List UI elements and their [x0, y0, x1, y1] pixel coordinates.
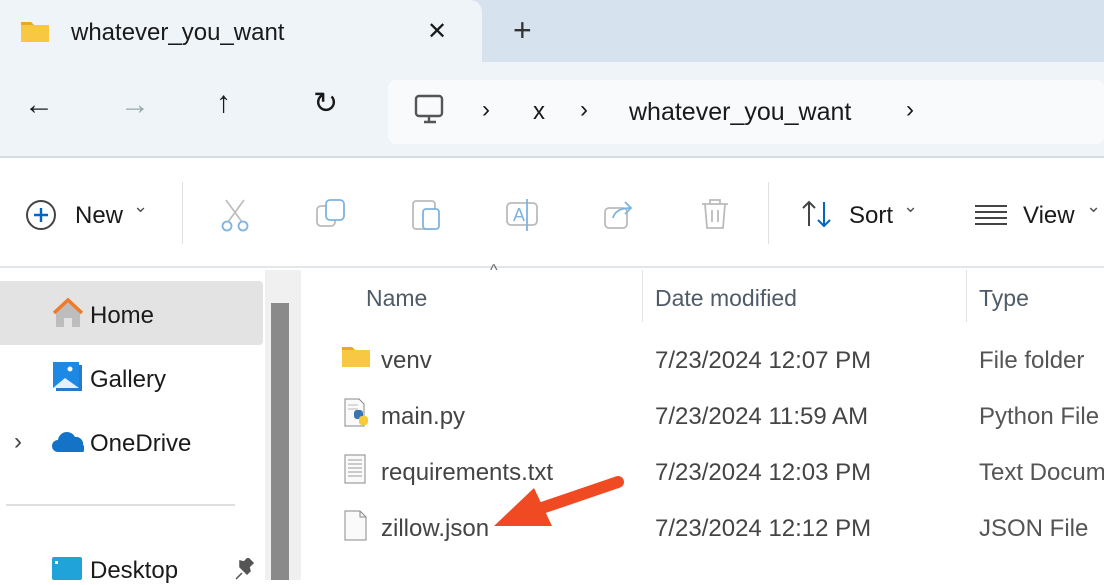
command-bar: New ⌄ A Sort ⌄ View ⌄ — [0, 160, 1104, 268]
view-label[interactable]: View — [1023, 202, 1075, 230]
file-name: main.py — [381, 403, 466, 430]
navigation-bar: ← → ↑ ↻ › x › whatever_you_want › — [0, 62, 1104, 158]
sidebar-item-gallery[interactable]: Gallery — [90, 366, 166, 394]
home-icon — [52, 297, 84, 327]
sort-icon[interactable] — [800, 198, 834, 230]
divider — [182, 182, 183, 244]
file-row[interactable]: main.py 7/23/2024 11:59 AM Python File — [300, 386, 1104, 442]
file-name: venv — [381, 347, 432, 374]
gallery-icon — [53, 362, 82, 391]
file-type: File folder — [979, 347, 1085, 374]
folder-icon — [21, 22, 49, 42]
column-header-name[interactable]: Name — [366, 285, 427, 312]
sidebar-item-onedrive[interactable]: OneDrive — [90, 430, 191, 458]
column-header-type[interactable]: Type — [979, 285, 1029, 312]
sort-ascending-indicator: ^ — [490, 262, 498, 279]
desktop-icon — [52, 557, 82, 580]
file-date: 7/23/2024 12:07 PM — [655, 347, 872, 374]
close-tab-icon[interactable]: ✕ — [427, 17, 447, 46]
file-date: 7/23/2024 11:59 AM — [655, 403, 869, 430]
onedrive-icon — [52, 432, 84, 452]
file-name: zillow.json — [381, 515, 490, 542]
up-button[interactable]: ↑ — [216, 86, 231, 120]
new-label[interactable]: New — [75, 202, 123, 230]
sidebar-label-home[interactable]: Home — [90, 302, 154, 330]
chevron-down-icon: ⌄ — [903, 196, 919, 216]
sidebar-divider — [6, 504, 235, 506]
file-date: 7/23/2024 12:03 PM — [655, 459, 872, 486]
copy-icon[interactable] — [315, 198, 347, 230]
breadcrumb-separator[interactable]: › — [482, 96, 490, 124]
file-type: Text Docum — [979, 459, 1104, 486]
folder-icon — [342, 347, 370, 367]
this-pc-icon — [414, 94, 444, 124]
plus-circle-icon — [26, 200, 56, 230]
column-divider[interactable] — [966, 270, 967, 322]
breadcrumb-separator[interactable]: › — [580, 96, 588, 124]
share-icon[interactable] — [603, 198, 637, 230]
delete-icon[interactable] — [700, 198, 730, 230]
file-row[interactable]: zillow.json 7/23/2024 12:12 PM JSON File — [300, 498, 1104, 554]
back-button[interactable]: ← — [24, 88, 54, 122]
file-row[interactable]: venv 7/23/2024 12:07 PM File folder — [300, 330, 1104, 386]
breadcrumb-x[interactable]: x — [533, 98, 545, 126]
new-button[interactable] — [24, 198, 58, 232]
column-header-date[interactable]: Date modified — [655, 285, 797, 312]
file-type: JSON File — [979, 515, 1089, 542]
sort-label[interactable]: Sort — [849, 202, 893, 230]
chevron-down-icon: ⌄ — [133, 196, 149, 216]
column-divider[interactable] — [642, 270, 643, 322]
expand-chevron-icon[interactable]: › — [14, 428, 22, 456]
annotation-arrow-icon — [494, 476, 624, 526]
sidebar-item-desktop[interactable]: Desktop — [90, 557, 178, 585]
blank-file-icon — [344, 510, 367, 541]
refresh-button[interactable]: ↻ — [313, 86, 338, 121]
new-tab-button[interactable]: + — [513, 12, 532, 49]
breadcrumb-separator[interactable]: › — [906, 96, 914, 124]
pin-icon[interactable] — [232, 558, 256, 580]
file-type: Python File — [979, 403, 1100, 430]
address-bar[interactable]: › x › whatever_you_want › — [388, 80, 1104, 144]
tab-bar: whatever_you_want ✕ + — [0, 0, 1104, 62]
breadcrumb-current[interactable]: whatever_you_want — [629, 98, 851, 127]
chevron-down-icon: ⌄ — [1086, 196, 1102, 216]
forward-button[interactable]: → — [120, 88, 150, 122]
file-row[interactable]: requirements.txt 7/23/2024 12:03 PM Text… — [300, 442, 1104, 498]
tab-active[interactable]: whatever_you_want ✕ — [0, 0, 482, 62]
paste-icon[interactable] — [410, 196, 442, 232]
file-date: 7/23/2024 12:12 PM — [655, 515, 872, 542]
rename-icon[interactable]: A — [505, 198, 541, 232]
python-file-icon — [344, 398, 368, 427]
text-file-icon — [344, 454, 366, 484]
divider — [768, 182, 769, 244]
sidebar-scrollbar-thumb[interactable] — [271, 303, 289, 580]
cut-icon[interactable] — [220, 198, 250, 232]
view-icon[interactable] — [974, 204, 1008, 226]
svg-text:A: A — [513, 205, 525, 225]
tab-title: whatever_you_want — [71, 19, 285, 46]
